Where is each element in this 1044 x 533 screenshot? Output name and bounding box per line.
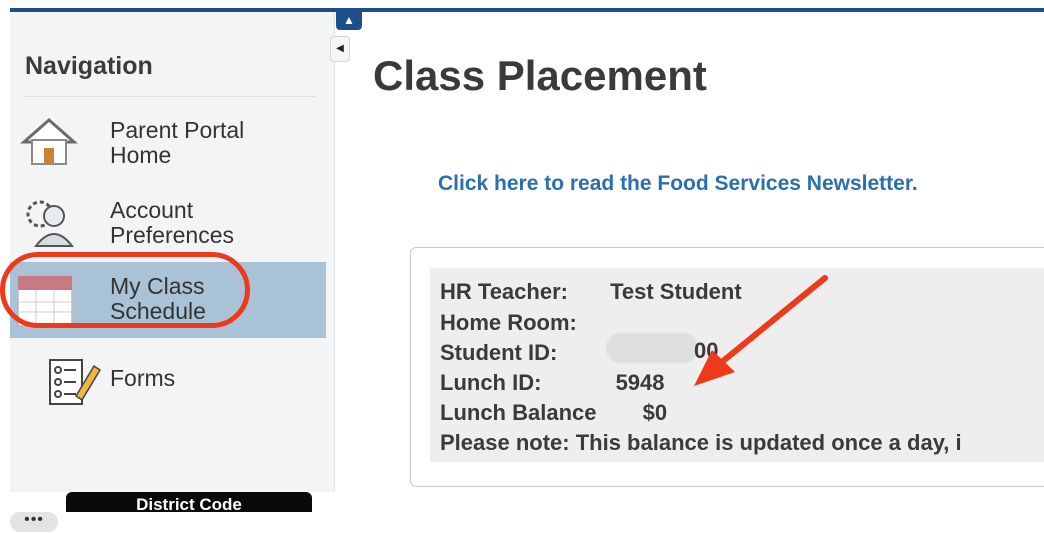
annotation-arrow (694, 275, 828, 386)
more-options-button[interactable]: ••• (10, 512, 58, 532)
